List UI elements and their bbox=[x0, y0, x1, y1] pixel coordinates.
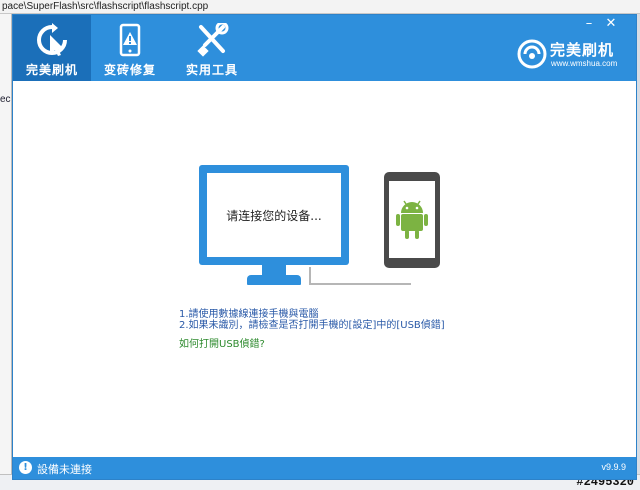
connection-status: 設備未連接 bbox=[37, 463, 92, 476]
tab-utility-tools[interactable]: 实用工具 bbox=[173, 15, 251, 81]
close-button[interactable]: ✕ bbox=[603, 17, 619, 31]
phone-illustration bbox=[384, 172, 440, 268]
monitor-illustration: 请连接您的设备... bbox=[199, 165, 349, 265]
tab-label: 变砖修复 bbox=[103, 63, 156, 77]
tab-label: 完美刷机 bbox=[25, 63, 78, 77]
instruction-line-1: 1.請使用數據線連接手機與電腦 bbox=[179, 309, 319, 320]
tab-brick-repair[interactable]: 变砖修复 bbox=[91, 15, 169, 81]
header-bar: 完美刷机 变砖修复 实用工具 – ✕ 完美刷机 www.wmshua.com bbox=[13, 15, 636, 81]
brand-name: 完美刷机 bbox=[550, 41, 615, 59]
background-window-title: pace\SuperFlash\src\flashscript\flashscr… bbox=[0, 0, 640, 14]
background-text-fragment: ec bbox=[0, 94, 11, 105]
instruction-line-2: 2.如果未識別，請檢查是否打開手機的[設定]中的[USB偵錯] bbox=[179, 320, 445, 331]
brand-swirl-icon bbox=[517, 39, 547, 69]
phone-screen bbox=[389, 181, 435, 258]
tab-perfect-flash[interactable]: 完美刷机 bbox=[13, 15, 91, 81]
tablet-warning-icon bbox=[119, 23, 141, 57]
status-bar: ! 設備未連接 v9.9.9 bbox=[13, 457, 636, 479]
brand-url: www.wmshua.com bbox=[551, 59, 618, 68]
minimize-button[interactable]: – bbox=[581, 17, 597, 31]
monitor-screen: 请连接您的设备... bbox=[207, 173, 341, 257]
usb-debug-help-link[interactable]: 如何打開USB偵錯? bbox=[179, 335, 265, 350]
connect-device-prompt: 请连接您的设备... bbox=[226, 209, 322, 223]
brand-logo: 完美刷机 www.wmshua.com bbox=[517, 39, 627, 75]
usb-cable bbox=[309, 267, 411, 285]
android-robot-icon bbox=[396, 200, 428, 239]
app-window: 完美刷机 变砖修复 实用工具 – ✕ 完美刷机 www.wmshua.com 请… bbox=[12, 14, 637, 480]
version-label: v9.9.9 bbox=[601, 462, 626, 472]
monitor-base bbox=[247, 275, 301, 285]
wrench-screwdriver-icon bbox=[197, 23, 229, 57]
instructions: 1.請使用數據線連接手機與電腦 2.如果未識別，請檢查是否打開手機的[設定]中的… bbox=[179, 309, 445, 331]
background-left-panel: ec bbox=[0, 14, 12, 490]
tab-label: 实用工具 bbox=[185, 63, 238, 77]
refresh-cursor-icon bbox=[37, 23, 67, 56]
info-icon: ! bbox=[19, 461, 32, 474]
monitor-stand bbox=[262, 265, 286, 275]
